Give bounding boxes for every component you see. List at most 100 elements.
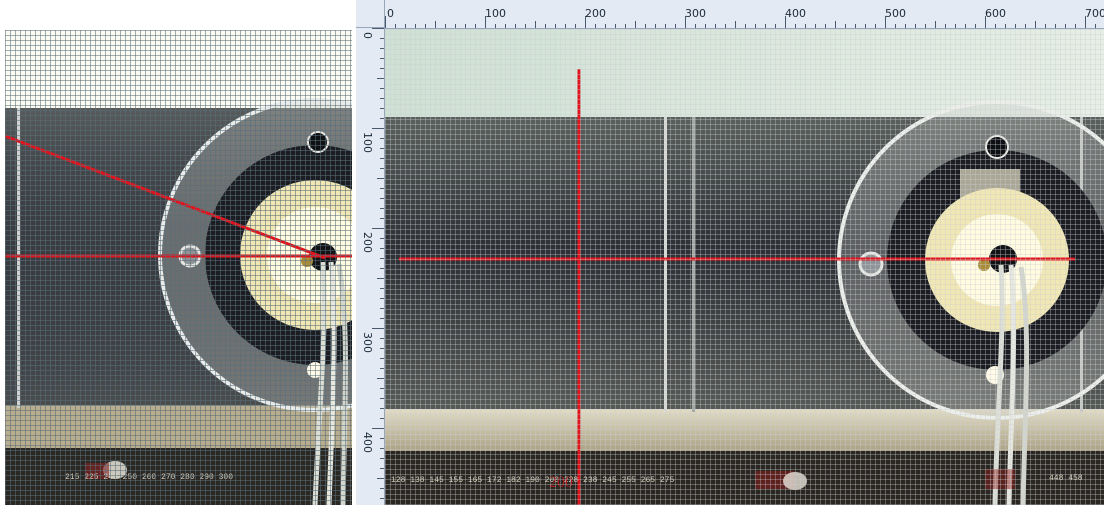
ruler-tick (405, 24, 406, 28)
ruler-tick (372, 328, 384, 329)
ruler-tick (1025, 24, 1026, 28)
right-camera-image[interactable]: 128 138 145 155 165 172 182 190 200 228 … (385, 29, 1104, 505)
ruler-tick (1055, 24, 1056, 28)
ruler-tick (915, 24, 916, 28)
scale-numbers: 128 138 145 155 165 172 182 190 200 228 … (391, 476, 674, 485)
ruler-tick (615, 24, 616, 28)
ruler-tick (515, 24, 516, 28)
ruler-tick (380, 308, 384, 309)
ruler-tick (380, 488, 384, 489)
bolt-icon (307, 131, 329, 153)
ruler-tick (377, 78, 384, 79)
ruler-tick (905, 24, 906, 28)
ruler-tick (505, 24, 506, 28)
ruler-tick (495, 24, 496, 28)
ruler-tick (380, 58, 384, 59)
ruler-tick (380, 418, 384, 419)
ruler-tick (380, 38, 384, 39)
ruler-tick (380, 88, 384, 89)
ruler-tick (380, 268, 384, 269)
ruler-tick (545, 24, 546, 28)
ruler-tick (575, 24, 576, 28)
ruler-tick (380, 208, 384, 209)
ruler-tick (555, 24, 556, 28)
ruler-tick (725, 24, 726, 28)
ruler-tick (380, 148, 384, 149)
top-ruler: 0 100 200 300 400 500 600 700 (385, 0, 1104, 29)
ruler-tick (715, 24, 716, 28)
ruler-tick (380, 448, 384, 449)
ruler-tick (605, 24, 606, 28)
left-camera-image[interactable]: 215 225 240 250 260 270 280 290 300 (5, 30, 352, 505)
ruler-tick (965, 24, 966, 28)
left-image-pane: 215 225 240 250 260 270 280 290 300 (0, 0, 352, 505)
ruler-tick (385, 16, 386, 28)
left-ruler-label: 400 (361, 432, 374, 453)
top-ruler-label: 700 (1085, 7, 1104, 20)
ruler-tick (455, 24, 456, 28)
ruler-tick (380, 48, 384, 49)
ruler-tick (380, 288, 384, 289)
left-ruler-label: 300 (361, 332, 374, 353)
left-ruler-label: 0 (361, 32, 374, 39)
ruler-tick (755, 24, 756, 28)
left-scene: 215 225 240 250 260 270 280 290 300 (5, 30, 352, 505)
ruler-tick (380, 458, 384, 459)
ruler-tick (395, 24, 396, 28)
top-ruler-label: 300 (685, 7, 706, 20)
ruler-tick (885, 16, 886, 28)
ruler-tick (380, 118, 384, 119)
ruler-tick (815, 24, 816, 28)
top-ruler-label: 400 (785, 7, 806, 20)
ruler-tick (995, 24, 996, 28)
ruler-tick (380, 218, 384, 219)
ruler-tick (565, 24, 566, 28)
ruler-tick (925, 24, 926, 28)
ruler-tick (835, 21, 836, 28)
ruler-tick (895, 24, 896, 28)
ruler-tick (945, 24, 946, 28)
scale-numbers: 448 458 (1049, 474, 1083, 483)
ruler-tick (380, 168, 384, 169)
ruler-tick (465, 24, 466, 28)
ruler-tick (380, 258, 384, 259)
ruler-tick (377, 478, 384, 479)
ruler-tick (380, 298, 384, 299)
ruler-tick (1045, 24, 1046, 28)
ruler-tick (380, 318, 384, 319)
bolt-icon (858, 251, 884, 277)
ruler-tick (825, 24, 826, 28)
ruler-tick (380, 388, 384, 389)
right-image-pane: 0 100 200 300 400 500 600 700 0 100 200 … (356, 0, 1104, 505)
ruler-tick (372, 28, 384, 29)
top-ruler-label: 200 (585, 7, 606, 20)
ruler-tick (380, 498, 384, 499)
ruler-tick (380, 398, 384, 399)
ruler-tick (380, 368, 384, 369)
ruler-tick (475, 24, 476, 28)
ruler-tick (380, 138, 384, 139)
ruler-tick (380, 468, 384, 469)
ruler-tick (935, 21, 936, 28)
ruler-tick (625, 24, 626, 28)
ruler-tick (372, 228, 384, 229)
ruler-tick (525, 24, 526, 28)
ruler-tick (1085, 16, 1086, 28)
ruler-tick (765, 24, 766, 28)
ruler-tick (875, 24, 876, 28)
ruler-tick (377, 178, 384, 179)
ruler-tick (380, 248, 384, 249)
ruler-tick (585, 16, 586, 28)
ruler-tick (655, 24, 656, 28)
ruler-tick (372, 428, 384, 429)
ruler-tick (1035, 21, 1036, 28)
scale-numbers: 215 225 240 250 260 270 280 290 300 (65, 473, 233, 482)
ruler-tick (377, 278, 384, 279)
ruler-tick (635, 21, 636, 28)
ruler-tick (380, 198, 384, 199)
ruler-corner (356, 0, 385, 28)
top-ruler-label: 0 (387, 7, 394, 20)
ruler-tick (380, 438, 384, 439)
ruler-tick (1015, 24, 1016, 28)
ruler-tick (855, 24, 856, 28)
